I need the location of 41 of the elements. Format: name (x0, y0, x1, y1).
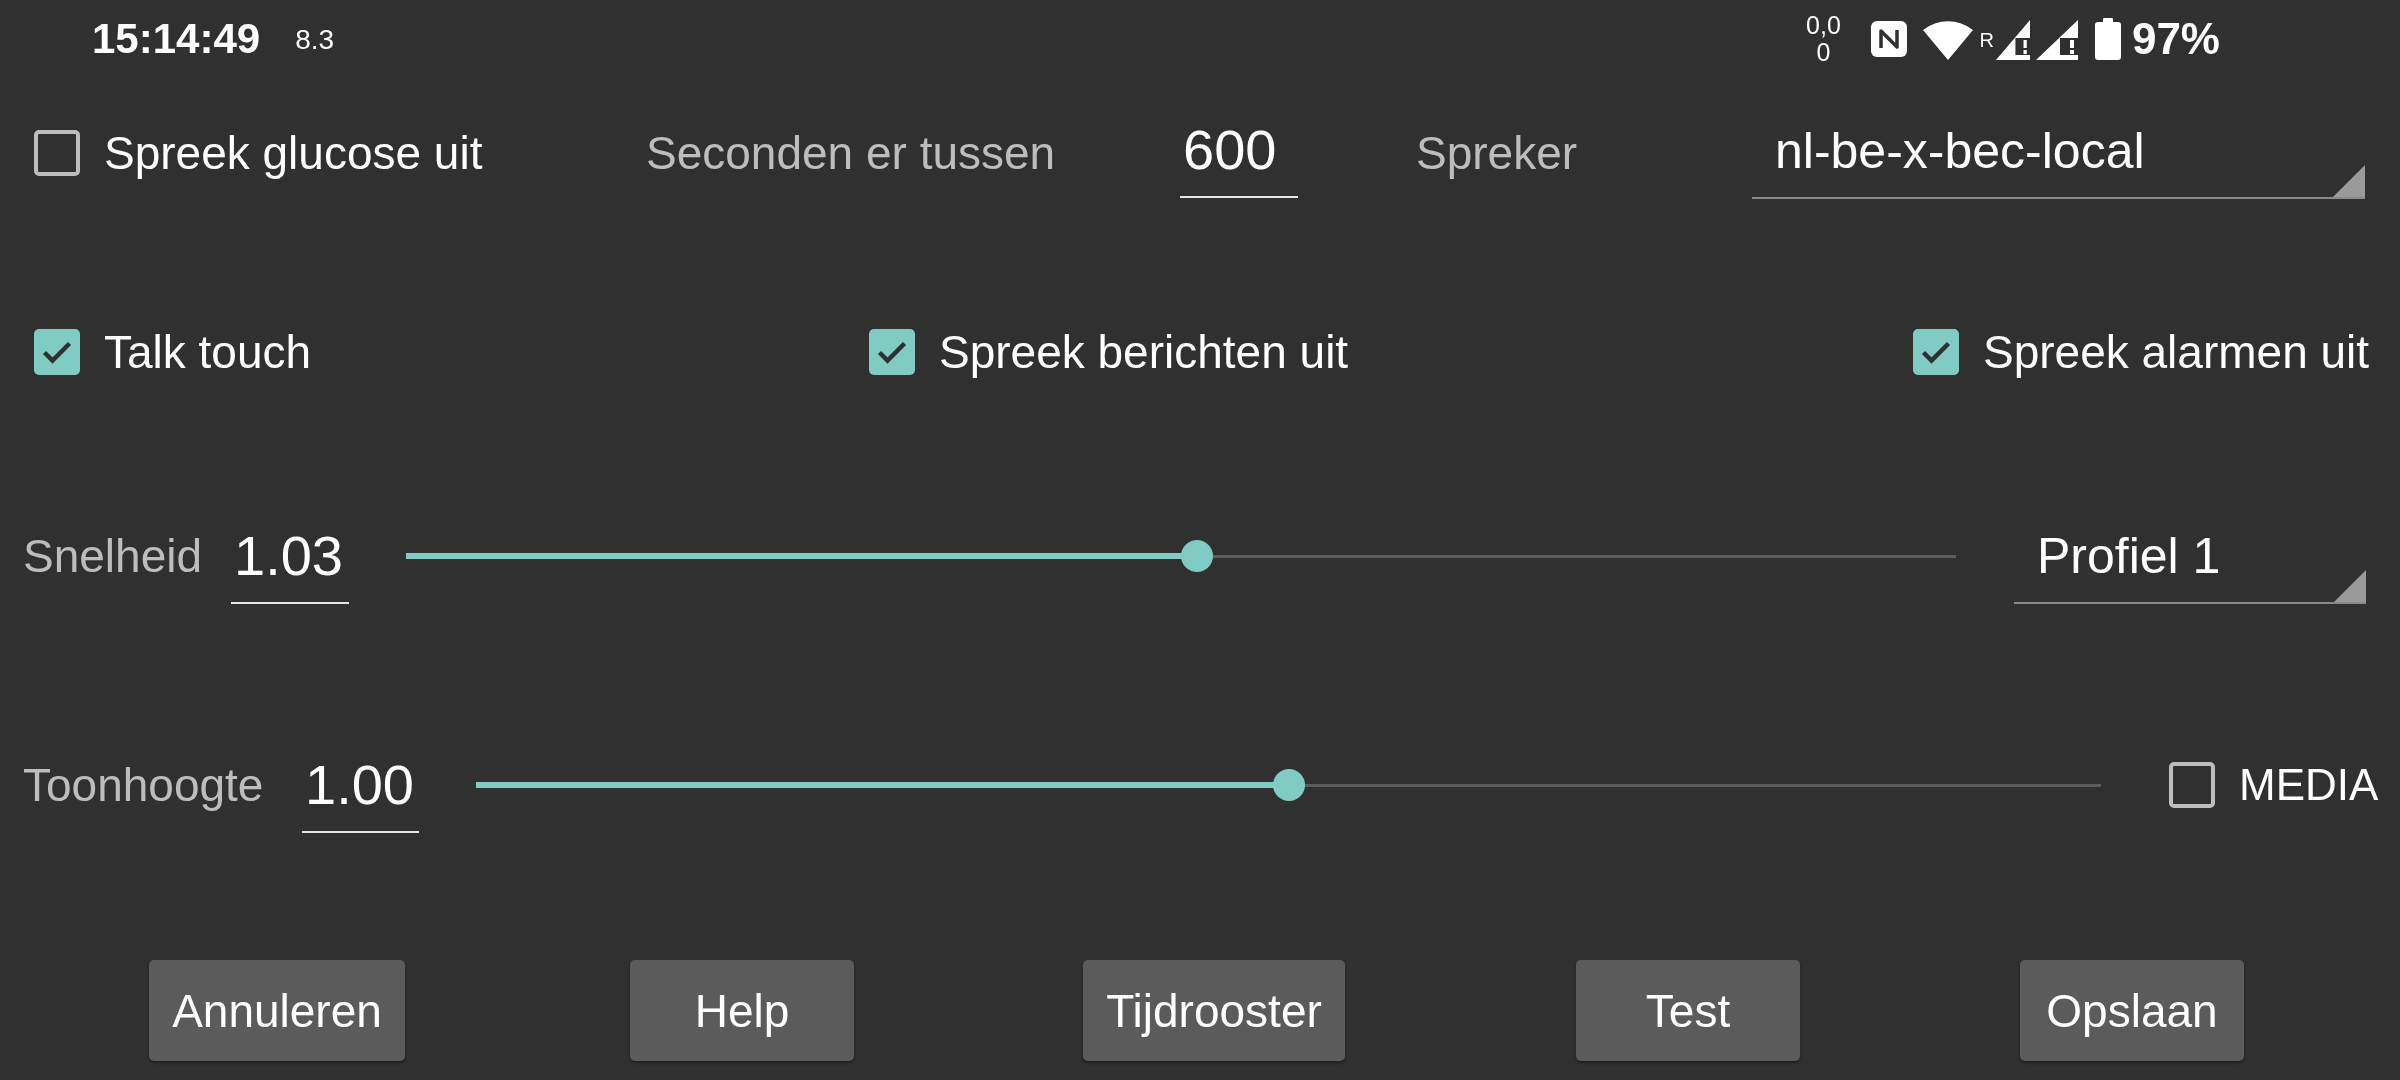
signal-icon (1995, 20, 2030, 60)
corner-triangle-icon (2334, 570, 2366, 602)
checkmark-icon (877, 340, 907, 364)
dialog-button[interactable]: Help (630, 960, 854, 1061)
checkbox[interactable] (2169, 762, 2215, 808)
checkmark-icon (42, 340, 72, 364)
signal-icon (2035, 20, 2078, 60)
field-label: Snelheid (23, 530, 203, 582)
checkbox-label[interactable]: Spreek berichten uit (939, 325, 1349, 379)
wifi-icon (1923, 18, 1974, 60)
roaming-indicator: R (1979, 30, 1994, 50)
status-indicator: 0,0 0 (1805, 12, 1842, 66)
checkbox-label[interactable]: MEDIA (2239, 758, 2379, 812)
battery-percentage: 97% (2131, 15, 2220, 63)
battery-icon (2094, 18, 2121, 60)
dialog-button[interactable]: Annuleren (149, 960, 405, 1061)
number-field[interactable]: 600 (1180, 120, 1298, 198)
dialog-button[interactable]: Opslaan (2020, 960, 2244, 1061)
checkbox-label[interactable]: Spreek glucose uit (104, 126, 483, 180)
checkbox[interactable] (34, 329, 80, 375)
checkbox[interactable] (34, 130, 80, 176)
checkbox-label[interactable]: Spreek alarmen uit (1983, 325, 2370, 379)
checkbox-label[interactable]: Talk touch (104, 325, 312, 379)
dialog-button[interactable]: Test (1576, 960, 1800, 1061)
status-text: 8.3 (295, 24, 335, 56)
nfc-icon (1871, 21, 1908, 57)
number-field[interactable]: 1.03 (231, 526, 349, 604)
dialog-button[interactable]: Tijdrooster (1083, 960, 1345, 1061)
checkbox[interactable] (1913, 329, 1959, 375)
field-label: Spreker (1416, 127, 1578, 179)
checkbox[interactable] (869, 329, 915, 375)
number-field[interactable]: 1.00 (302, 755, 419, 833)
slider-thumb[interactable] (1180, 540, 1213, 572)
checkmark-icon (1921, 340, 1951, 364)
dropdown[interactable]: Profiel 1 (2014, 526, 2366, 604)
field-label: Toonhoogte (23, 759, 264, 811)
dropdown[interactable]: nl-be-x-bec-local (1752, 121, 2365, 199)
status-time: 15:14:49 (92, 15, 261, 63)
field-label: Seconden er tussen (646, 127, 1056, 179)
slider-thumb[interactable] (1272, 769, 1305, 801)
corner-triangle-icon (2333, 165, 2365, 197)
